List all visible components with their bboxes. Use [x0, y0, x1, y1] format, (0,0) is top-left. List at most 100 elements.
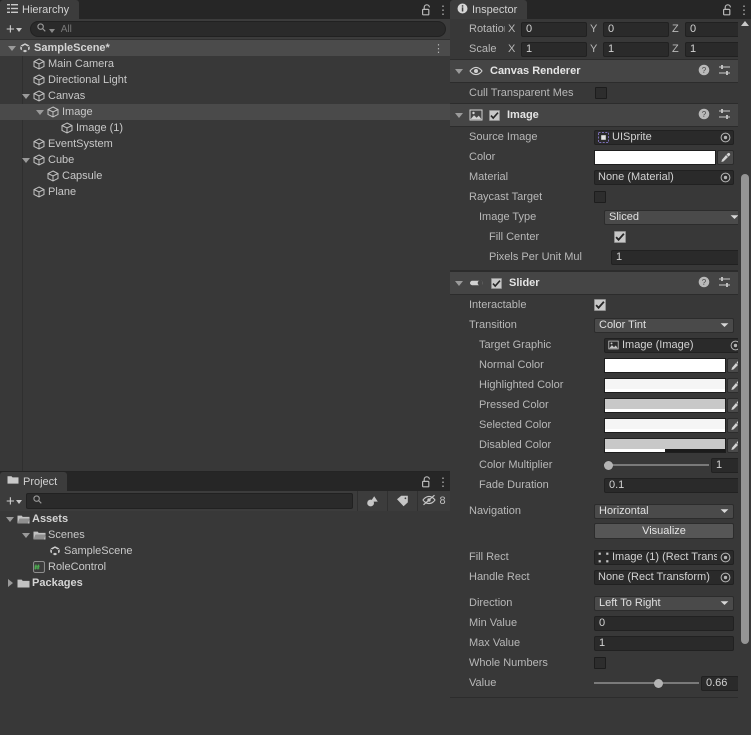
hierarchy-item-directional-light[interactable]: Directional Light: [0, 72, 450, 88]
number-input[interactable]: 1: [521, 41, 587, 57]
image-type-dropdown[interactable]: Sliced: [604, 209, 744, 225]
disabled-color-swatch[interactable]: [604, 437, 726, 453]
twisty-expanded-icon[interactable]: [455, 68, 463, 74]
component-enabled-checkbox[interactable]: [491, 277, 502, 289]
create-asset-button[interactable]: +: [4, 494, 26, 509]
kebab-menu-icon[interactable]: ⋮: [738, 3, 750, 17]
twisty-collapsed-icon[interactable]: [4, 579, 16, 587]
axis-label-y: Y: [590, 23, 598, 35]
inspector-scrollbar[interactable]: [738, 19, 751, 735]
preset-settings-icon[interactable]: [718, 64, 731, 79]
color-swatch[interactable]: [594, 149, 716, 165]
number-input[interactable]: 0.66: [701, 675, 739, 691]
help-icon[interactable]: ?: [698, 64, 710, 79]
number-input[interactable]: 1: [594, 635, 734, 651]
number-input[interactable]: 0: [594, 615, 734, 631]
eyedropper-icon[interactable]: [717, 149, 734, 165]
project-item-assets[interactable]: Assets: [0, 511, 450, 527]
highlighted-color-swatch[interactable]: [604, 377, 726, 393]
selected-color-swatch[interactable]: [604, 417, 726, 433]
number-input[interactable]: 1: [603, 41, 669, 57]
number-input[interactable]: 0: [521, 21, 587, 37]
create-gameobject-button[interactable]: +: [4, 22, 26, 37]
filter-by-label-icon[interactable]: [387, 491, 417, 511]
hierarchy-item-image[interactable]: Image: [0, 104, 450, 120]
interactable-checkbox[interactable]: [594, 299, 606, 311]
help-icon[interactable]: ?: [698, 108, 710, 123]
cull-transparent-mesh-checkbox[interactable]: [595, 87, 607, 99]
search-filter-chevron-icon[interactable]: [48, 28, 55, 33]
number-input[interactable]: 0.1: [604, 477, 744, 493]
twisty-expanded-icon[interactable]: [6, 45, 18, 51]
hierarchy-item-cube[interactable]: Cube: [0, 152, 450, 168]
twisty-expanded-icon[interactable]: [20, 93, 32, 99]
number-input[interactable]: 0: [603, 21, 669, 37]
hidden-assets-count-button[interactable]: 8: [417, 491, 450, 511]
object-picker-icon[interactable]: [720, 572, 731, 583]
twisty-expanded-icon[interactable]: [455, 280, 463, 286]
transition-dropdown[interactable]: Color Tint: [594, 317, 734, 333]
normal-color-swatch[interactable]: [604, 357, 726, 373]
slider-knob[interactable]: [604, 460, 613, 470]
tab-project[interactable]: Project: [0, 472, 68, 491]
hierarchy-item-eventsystem[interactable]: EventSystem: [0, 136, 450, 152]
color-multiplier-slider[interactable]: [604, 458, 709, 473]
object-field[interactable]: UISprite: [594, 129, 734, 145]
raycast-target-checkbox[interactable]: [594, 191, 606, 203]
twisty-expanded-icon[interactable]: [34, 109, 46, 115]
navigation-dropdown[interactable]: Horizontal: [594, 503, 734, 519]
component-header-slider[interactable]: Slider?⋮: [450, 271, 751, 295]
object-field[interactable]: Image (Image): [604, 337, 744, 353]
hierarchy-search-input[interactable]: All: [29, 21, 446, 37]
scroll-up-arrow-icon[interactable]: [741, 21, 749, 26]
help-icon[interactable]: ?: [698, 276, 710, 291]
hierarchy-item-main-camera[interactable]: Main Camera: [0, 56, 450, 72]
value-slider[interactable]: [594, 676, 699, 691]
project-item-packages[interactable]: Packages: [0, 575, 450, 591]
tab-inspector[interactable]: Inspector: [450, 0, 528, 19]
twisty-expanded-icon[interactable]: [4, 516, 16, 522]
hierarchy-item-plane[interactable]: Plane: [0, 184, 450, 200]
preset-settings-icon[interactable]: [718, 276, 731, 291]
component-enabled-checkbox[interactable]: [489, 109, 500, 121]
project-tree[interactable]: Assets Scenes SampleScene RoleControl Packag…: [0, 511, 450, 735]
project-search-input[interactable]: [25, 493, 353, 509]
hierarchy-row-menu-icon[interactable]: ⋮: [433, 42, 444, 55]
preset-settings-icon[interactable]: [718, 108, 731, 123]
pressed-color-swatch[interactable]: [604, 397, 726, 413]
visualize-button[interactable]: Visualize: [594, 523, 734, 539]
object-field[interactable]: None (Material): [594, 169, 734, 185]
object-picker-icon[interactable]: [720, 552, 731, 563]
object-field[interactable]: None (Rect Transform): [594, 569, 734, 585]
fill-center-checkbox[interactable]: [614, 231, 626, 243]
hierarchy-item-image-1[interactable]: Image (1): [0, 120, 450, 136]
object-field[interactable]: Image (1) (Rect Trans: [594, 549, 734, 565]
kebab-menu-icon[interactable]: ⋮: [437, 475, 449, 489]
whole-numbers-checkbox[interactable]: [594, 657, 606, 669]
project-item-rolecontrol[interactable]: RoleControl: [0, 559, 450, 575]
slider-knob[interactable]: [653, 678, 663, 688]
component-header-image[interactable]: Image?⋮: [450, 103, 751, 127]
direction-dropdown[interactable]: Left To Right: [594, 595, 734, 611]
scrollbar-thumb[interactable]: [741, 174, 749, 644]
lock-open-icon[interactable]: [723, 3, 733, 16]
hierarchy-tree[interactable]: SampleScene* ⋮ Main Camera Directional Ligh…: [0, 40, 450, 471]
project-item-scenes[interactable]: Scenes: [0, 527, 450, 543]
lock-open-icon[interactable]: [422, 475, 432, 488]
twisty-expanded-icon[interactable]: [20, 157, 32, 163]
filter-by-type-icon[interactable]: [357, 491, 387, 511]
object-picker-icon[interactable]: [720, 132, 731, 143]
hierarchy-item-capsule[interactable]: Capsule: [0, 168, 450, 184]
object-picker-icon[interactable]: [720, 172, 731, 183]
tab-hierarchy[interactable]: Hierarchy: [0, 0, 80, 19]
component-header-canvas-renderer[interactable]: Canvas Renderer?⋮: [450, 59, 751, 83]
kebab-menu-icon[interactable]: ⋮: [437, 3, 449, 17]
inspector-body[interactable]: RotationX0Y0Z0ScaleX1Y1Z1Canvas Renderer…: [450, 19, 751, 735]
number-input[interactable]: 1: [611, 249, 751, 265]
hierarchy-item-canvas[interactable]: Canvas: [0, 88, 450, 104]
twisty-expanded-icon[interactable]: [20, 532, 32, 538]
project-item-samplescene[interactable]: SampleScene: [0, 543, 450, 559]
twisty-expanded-icon[interactable]: [455, 112, 463, 118]
hierarchy-item-samplescene[interactable]: SampleScene* ⋮: [0, 40, 450, 56]
lock-open-icon[interactable]: [422, 3, 432, 16]
